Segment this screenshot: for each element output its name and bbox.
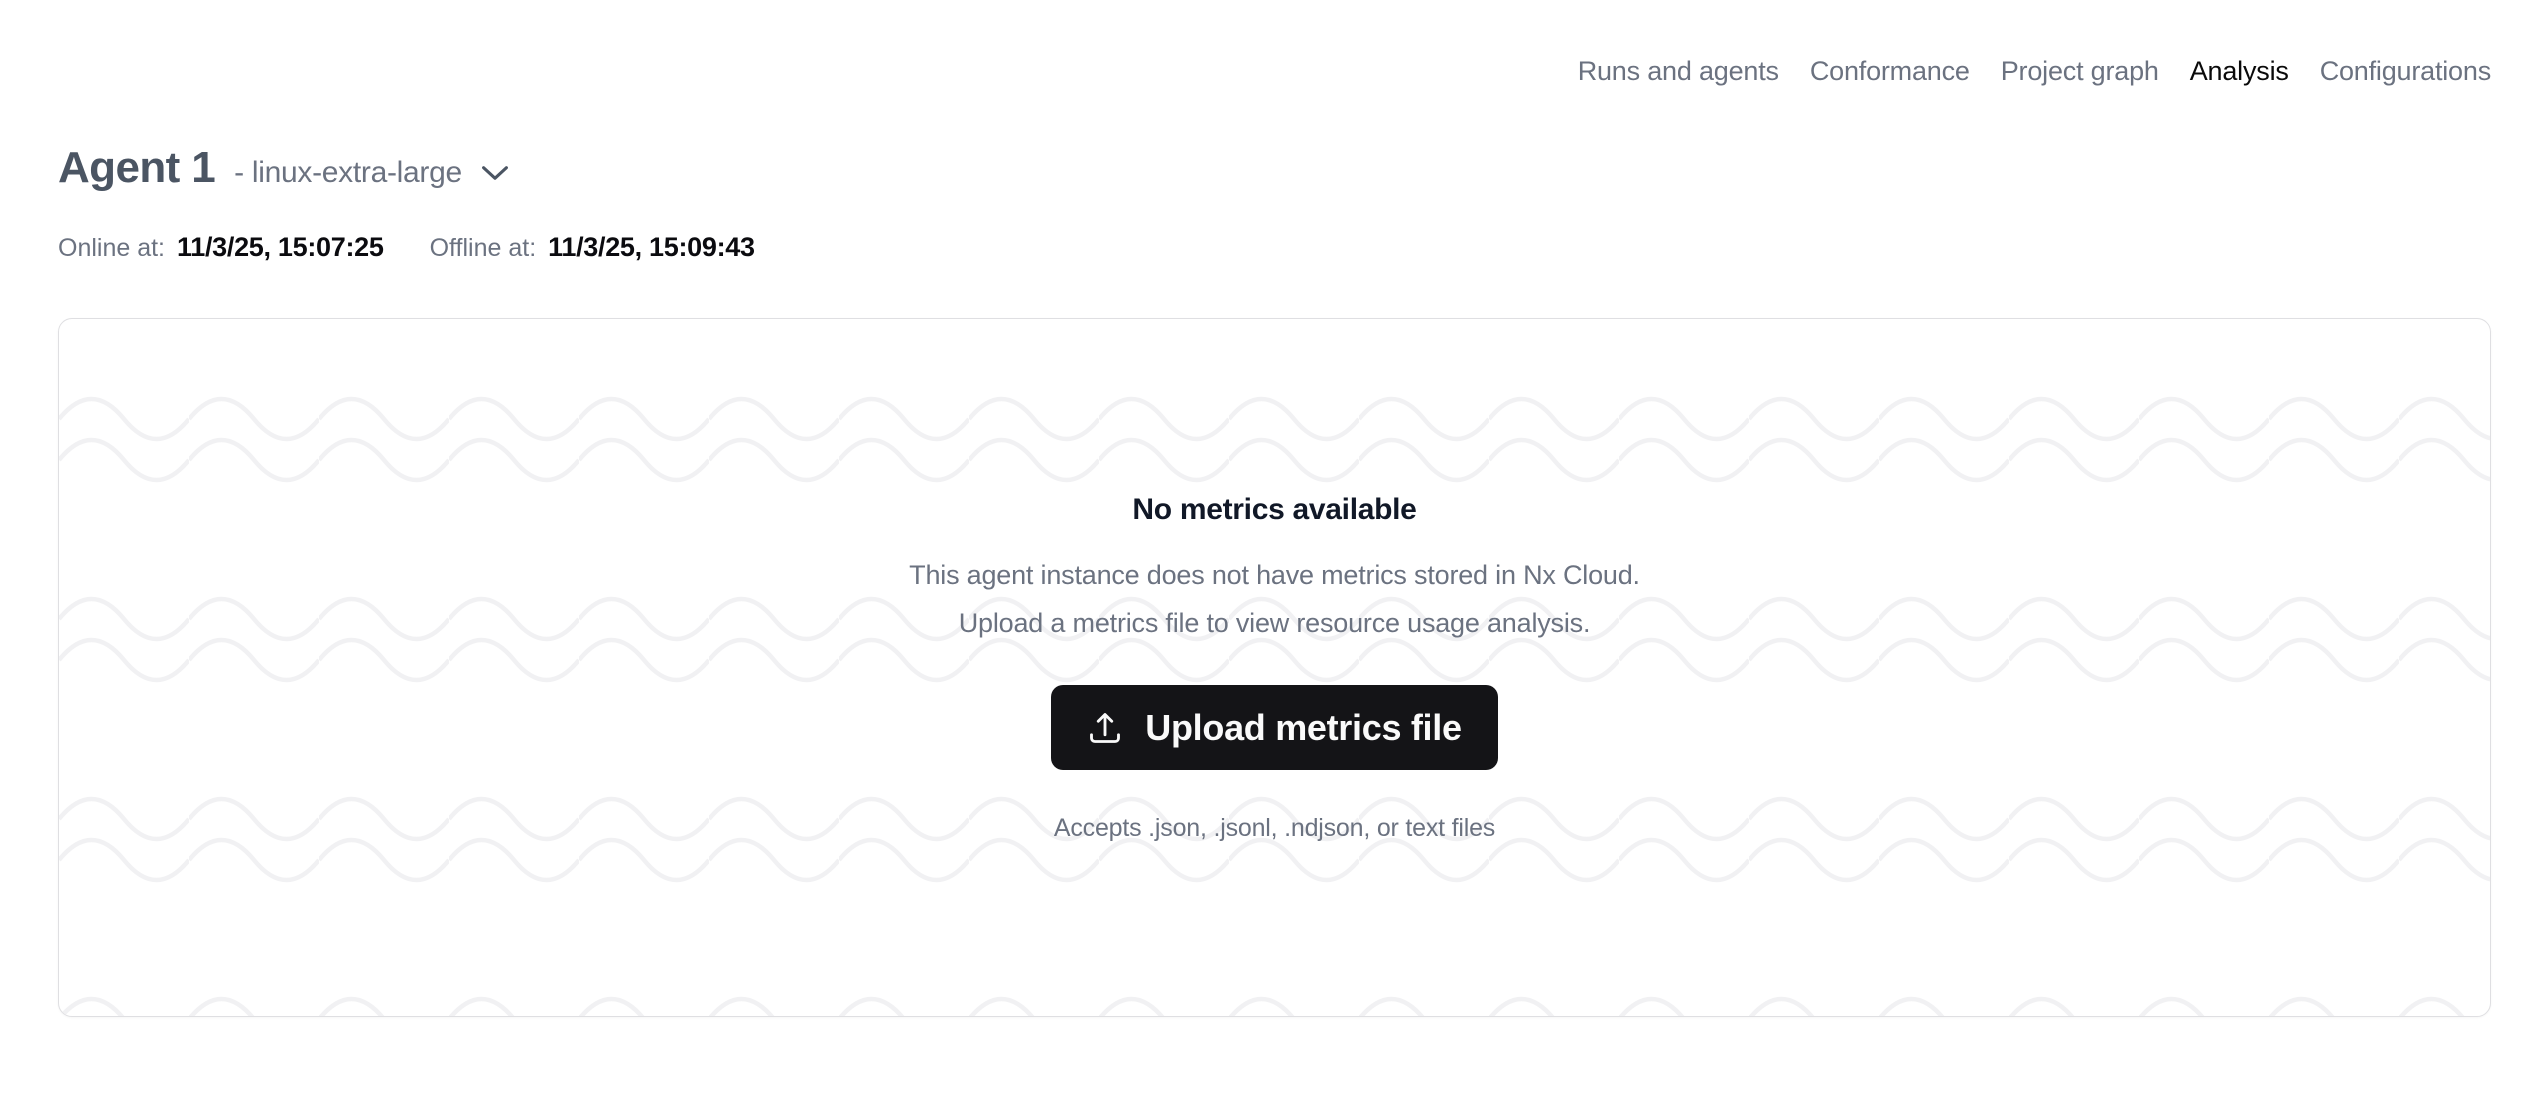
online-at: Online at: 11/3/25, 15:07:25 xyxy=(58,230,384,265)
offline-at-label: Offline at: xyxy=(430,231,537,265)
upload-button-label: Upload metrics file xyxy=(1145,707,1461,749)
empty-state-title: No metrics available xyxy=(1132,491,1416,529)
online-at-value: 11/3/25, 15:07:25 xyxy=(177,230,384,264)
upload-icon xyxy=(1087,710,1123,746)
metrics-empty-state-card: No metrics available This agent instance… xyxy=(58,318,2491,1017)
agent-title-row: Agent 1 - linux-extra-large xyxy=(58,142,516,194)
empty-state-content: No metrics available This agent instance… xyxy=(59,319,2490,844)
upload-metrics-button[interactable]: Upload metrics file xyxy=(1051,685,1497,770)
empty-state-description-line-2: Upload a metrics file to view resource u… xyxy=(909,599,1640,647)
nav-conformance[interactable]: Conformance xyxy=(1810,54,1970,88)
offline-at: Offline at: 11/3/25, 15:09:43 xyxy=(430,230,755,265)
nav-runs-and-agents[interactable]: Runs and agents xyxy=(1578,54,1779,88)
empty-state-description-line-1: This agent instance does not have metric… xyxy=(909,551,1640,599)
empty-state-description: This agent instance does not have metric… xyxy=(909,551,1640,647)
page-title: Agent 1 xyxy=(58,142,215,194)
agent-launch-template: - linux-extra-large xyxy=(234,154,462,192)
top-nav: Runs and agents Conformance Project grap… xyxy=(1578,54,2491,88)
accepted-file-types: Accepts .json, .jsonl, .ndjson, or text … xyxy=(1054,812,1495,844)
chevron-down-icon[interactable] xyxy=(474,152,516,194)
nav-analysis[interactable]: Analysis xyxy=(2190,54,2289,88)
agent-analysis-page: Runs and agents Conformance Project grap… xyxy=(0,0,2546,1112)
agent-timestamps: Online at: 11/3/25, 15:07:25 Offline at:… xyxy=(58,230,755,265)
offline-at-value: 11/3/25, 15:09:43 xyxy=(548,230,755,264)
online-at-label: Online at: xyxy=(58,231,165,265)
nav-project-graph[interactable]: Project graph xyxy=(2001,54,2159,88)
nav-configurations[interactable]: Configurations xyxy=(2320,54,2491,88)
